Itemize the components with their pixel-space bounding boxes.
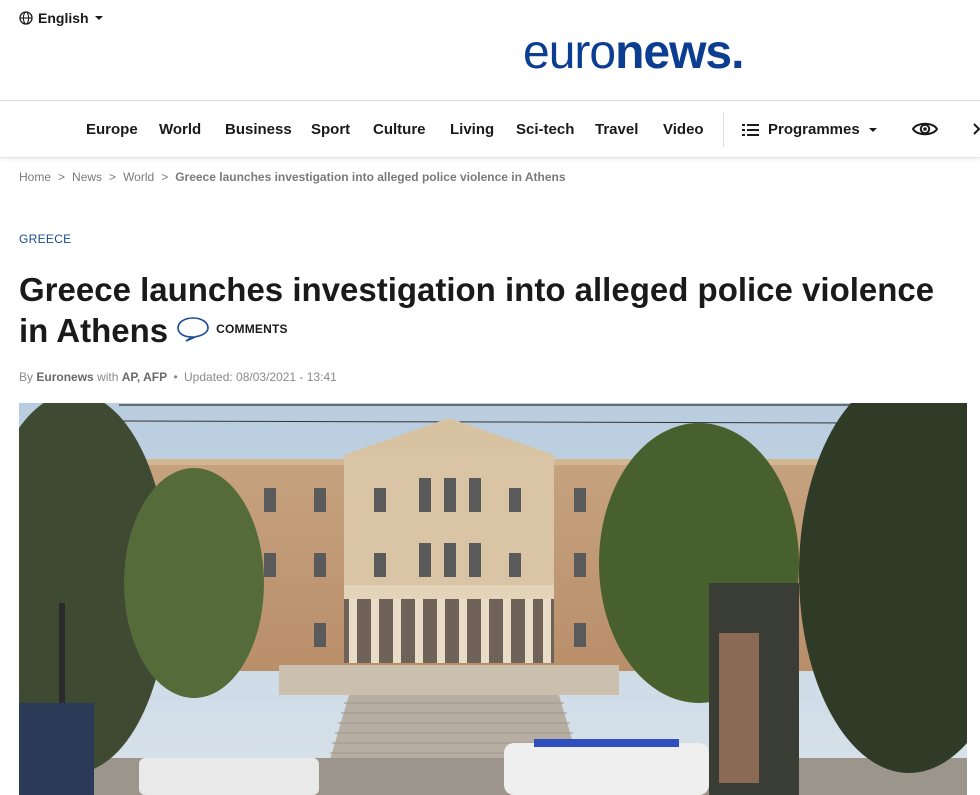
programmes-label: Programmes: [768, 121, 860, 138]
nav-item-world[interactable]: World: [159, 121, 201, 138]
byline-author[interactable]: Euronews: [36, 370, 93, 384]
programmes-menu[interactable]: Programmes: [742, 121, 878, 138]
article-hero-image: [19, 403, 967, 795]
breadcrumb-separator: >: [161, 170, 169, 184]
breadcrumb-news[interactable]: News: [72, 170, 102, 184]
nav-item-business[interactable]: Business: [225, 121, 292, 138]
byline-updated: Updated: 08/03/2021 - 13:41: [184, 370, 337, 384]
nav-item-europe[interactable]: Europe: [86, 121, 138, 138]
comments-link[interactable]: COMMENTS: [176, 309, 288, 350]
nav-item-sport[interactable]: Sport: [311, 121, 350, 138]
logo-text-light: euro: [523, 26, 616, 79]
comments-label: COMMENTS: [216, 321, 288, 336]
list-icon: [742, 123, 759, 136]
byline-by: By: [19, 370, 34, 384]
speech-bubble-icon: [177, 317, 209, 343]
breadcrumb-home[interactable]: Home: [19, 170, 51, 184]
nav-item-video[interactable]: Video: [663, 121, 704, 138]
euronews-logo[interactable]: euronews.: [523, 26, 744, 79]
search-icon[interactable]: [972, 120, 980, 138]
breadcrumb: Home > News > World > Greece launches in…: [19, 170, 566, 184]
nav-item-culture[interactable]: Culture: [373, 121, 426, 138]
breadcrumb-current: Greece launches investigation into alleg…: [175, 170, 566, 184]
logo-dot: .: [731, 26, 744, 79]
article-kicker[interactable]: GREECE: [19, 232, 71, 246]
caret-down-icon: [868, 127, 877, 132]
byline-bullet: •: [173, 370, 178, 384]
nav-item-living[interactable]: Living: [450, 121, 494, 138]
globe-icon: [19, 11, 33, 25]
language-label: English: [38, 10, 89, 26]
breadcrumb-separator: >: [109, 170, 117, 184]
parliament-photo: [19, 403, 967, 795]
main-nav: Europe World Business Sport Culture Livi…: [0, 101, 980, 158]
nav-divider: [723, 113, 724, 147]
article-headline: Greece launches investigation into alleg…: [19, 269, 969, 354]
caret-down-icon: [94, 16, 103, 20]
eye-icon[interactable]: [912, 120, 938, 138]
language-selector[interactable]: English: [19, 10, 104, 26]
headline-text: Greece launches investigation into alleg…: [19, 271, 935, 349]
nav-item-sci-tech[interactable]: Sci-tech: [516, 121, 574, 138]
breadcrumb-world[interactable]: World: [123, 170, 154, 184]
breadcrumb-separator: >: [58, 170, 66, 184]
nav-item-travel[interactable]: Travel: [595, 121, 638, 138]
logo-text-bold: news: [615, 26, 732, 79]
top-bar: English euronews.: [0, 0, 980, 101]
byline-with: with: [97, 370, 119, 384]
byline-agencies: AP, AFP: [121, 370, 168, 384]
article-byline: By Euronews with AP, AFP • Updated: 08/0…: [19, 370, 337, 384]
